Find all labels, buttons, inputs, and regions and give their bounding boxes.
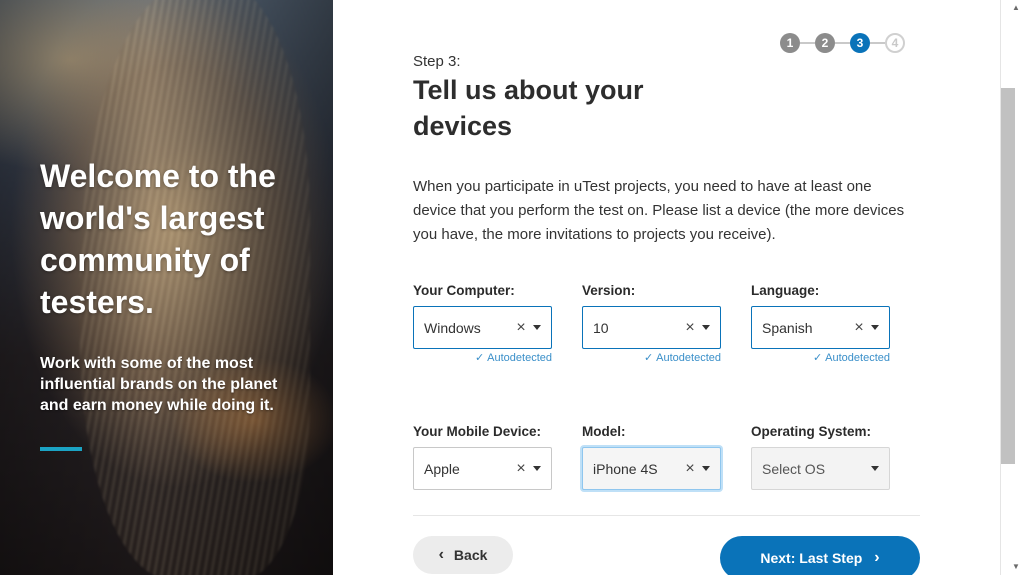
os-label: Operating System:	[751, 424, 872, 439]
version-value: 10	[593, 319, 609, 336]
mobile-device-value: Apple	[424, 460, 460, 477]
caret-down-icon[interactable]	[871, 325, 879, 330]
scroll-thumb[interactable]	[1001, 88, 1015, 464]
close-icon[interactable]: ×	[513, 460, 529, 478]
check-icon: ✓	[812, 352, 823, 364]
caret-down-icon[interactable]	[533, 466, 541, 471]
computer-label: Your Computer:	[413, 283, 515, 298]
step-4: 4	[885, 33, 905, 53]
form-divider	[413, 515, 920, 516]
back-button[interactable]: ‹ Back	[413, 536, 513, 574]
os-placeholder: Select OS	[762, 460, 826, 477]
step-2: 2	[815, 33, 835, 53]
language-select[interactable]: Spanish ×	[751, 306, 890, 349]
mobile-device-label: Your Mobile Device:	[413, 424, 542, 439]
caret-down-icon[interactable]	[702, 466, 710, 471]
close-icon[interactable]: ×	[513, 319, 529, 337]
caret-down-icon[interactable]	[533, 325, 541, 330]
check-icon: ✓	[474, 352, 485, 364]
intro-text: When you participate in uTest projects, …	[413, 178, 905, 243]
model-select[interactable]: iPhone 4S ×	[582, 447, 721, 490]
hero-subtitle: Work with some of the most influential b…	[40, 355, 278, 414]
progress-stepper: 1 2 3 4	[780, 33, 905, 53]
chevron-left-icon: ‹	[438, 546, 444, 563]
model-label: Model:	[582, 424, 626, 439]
close-icon[interactable]: ×	[682, 460, 698, 478]
hero-panel: Welcome to the world's largest community…	[0, 0, 333, 575]
scroll-up-arrow-icon[interactable]: ▲	[1012, 3, 1020, 13]
language-autodetected: ✓ Autodetected	[812, 352, 890, 364]
close-icon[interactable]: ×	[851, 319, 867, 337]
step-label: Step 3:	[413, 53, 461, 70]
language-label: Language:	[751, 283, 820, 298]
version-autodetected: ✓ Autodetected	[643, 352, 721, 364]
computer-select[interactable]: Windows ×	[413, 306, 552, 349]
hero-title: Welcome to the world's largest community…	[40, 158, 276, 320]
close-icon[interactable]: ×	[682, 319, 698, 337]
scrollbar[interactable]: ▲ ▼	[1000, 0, 1034, 575]
caret-down-icon[interactable]	[702, 325, 710, 330]
computer-autodetected: ✓ Autodetected	[474, 352, 552, 364]
chevron-right-icon: ›	[874, 549, 880, 566]
scroll-down-arrow-icon[interactable]: ▼	[1012, 562, 1020, 572]
check-icon: ✓	[643, 352, 654, 364]
mobile-device-select[interactable]: Apple ×	[413, 447, 552, 490]
computer-value: Windows	[424, 319, 481, 336]
language-value: Spanish	[762, 319, 813, 336]
page-title: Tell us about your devices	[413, 75, 644, 141]
version-label: Version:	[582, 283, 636, 298]
next-step-button[interactable]: Next: Last Step ›	[720, 536, 920, 575]
model-value: iPhone 4S	[593, 460, 658, 477]
step-1: 1	[780, 33, 800, 53]
hero-accent-bar	[40, 447, 82, 451]
step-3: 3	[850, 33, 870, 53]
os-select[interactable]: Select OS	[751, 447, 890, 490]
version-select[interactable]: 10 ×	[582, 306, 721, 349]
caret-down-icon[interactable]	[871, 466, 879, 471]
